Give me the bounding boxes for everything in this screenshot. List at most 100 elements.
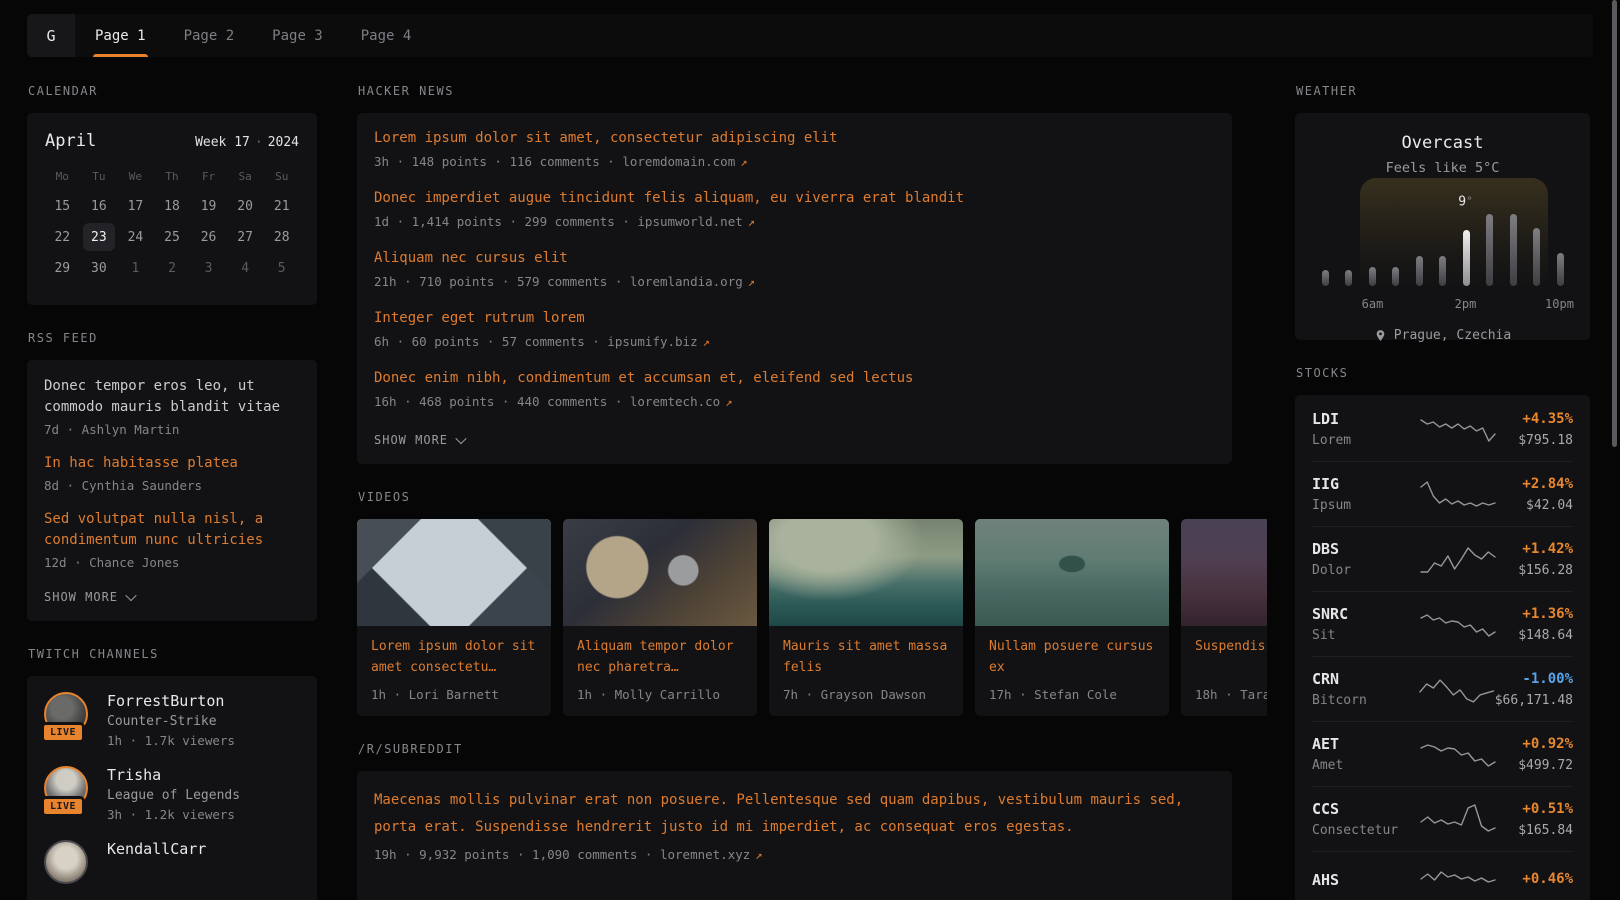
- video-card[interactable]: Mauris sit amet massa felis 7h · Grayson…: [769, 519, 963, 716]
- calendar-day: 26: [190, 223, 227, 251]
- stock-company: Amet: [1312, 758, 1416, 773]
- video-thumbnail[interactable]: [1181, 519, 1267, 626]
- channel-name[interactable]: Trisha: [107, 766, 240, 784]
- stock-row[interactable]: DBS Dolor +1.42% $156.28: [1312, 526, 1573, 591]
- channel-name[interactable]: ForrestBurton: [107, 692, 235, 710]
- video-card[interactable]: Aliquam tempor dolor nec pharetra… 1h · …: [563, 519, 757, 716]
- stock-row[interactable]: AHS +0.46%: [1312, 851, 1573, 900]
- stock-row[interactable]: IIG Ipsum +2.84% $42.04: [1312, 461, 1573, 526]
- video-title[interactable]: Suspendisse diam: [1181, 626, 1267, 678]
- calendar-day-next-month: 5: [263, 254, 300, 282]
- weather-bar: [1533, 228, 1540, 286]
- video-card[interactable]: Nullam posuere cursus ex 17h · Stefan Co…: [975, 519, 1169, 716]
- calendar-day: 21: [263, 192, 300, 220]
- left-column: CALENDAR April Week 17·2024 Mo Tu We Th …: [27, 71, 317, 900]
- tab-page-1[interactable]: Page 1: [93, 14, 148, 57]
- stock-change: -1.00%: [1495, 671, 1573, 687]
- external-link-icon[interactable]: ↗: [725, 395, 732, 409]
- tab-page-3[interactable]: Page 3: [270, 14, 325, 57]
- tab-page-4[interactable]: Page 4: [359, 14, 414, 57]
- calendar-grid: Mo Tu We Th Fr Sa Su 15 16 17 18 19 20 2…: [44, 163, 300, 282]
- hn-item-title[interactable]: Aliquam nec cursus elit: [374, 249, 1215, 268]
- external-link-icon[interactable]: ↗: [755, 848, 762, 862]
- weather-bar: [1322, 270, 1329, 286]
- calendar-week: Week 17: [195, 135, 250, 150]
- show-more-label: SHOW MORE: [44, 590, 118, 604]
- calendar-day: 24: [117, 223, 154, 251]
- channel-name[interactable]: KendallCarr: [107, 840, 206, 858]
- location-pin-icon: [1374, 329, 1387, 342]
- hn-item-meta: 21h · 710 points · 579 comments · loreml…: [374, 274, 1215, 289]
- stock-row[interactable]: CCS Consectetur +0.51% $165.84: [1312, 786, 1573, 851]
- stock-change: +0.92%: [1518, 736, 1573, 752]
- stock-row[interactable]: AET Amet +0.92% $499.72: [1312, 721, 1573, 786]
- right-column: WEATHER Overcast Feels like 5°C 9° 6am 2…: [1295, 71, 1590, 900]
- stock-ticker: AET: [1312, 735, 1416, 753]
- chevron-down-icon: [455, 433, 466, 444]
- calendar-day-next-month: 1: [117, 254, 154, 282]
- video-title[interactable]: Aliquam tempor dolor nec pharetra…: [563, 626, 757, 678]
- stock-sparkline: [1419, 672, 1494, 706]
- weather-bar: [1416, 256, 1423, 286]
- stock-ticker: CCS: [1312, 800, 1416, 818]
- hn-item-title[interactable]: Integer eget rutrum lorem: [374, 309, 1215, 328]
- page-scrollbar[interactable]: [1612, 0, 1617, 447]
- video-thumbnail[interactable]: [975, 519, 1169, 626]
- main-nav: G Page 1 Page 2 Page 3 Page 4: [27, 14, 1593, 57]
- separator-dot: ·: [255, 135, 263, 150]
- video-thumbnail[interactable]: [769, 519, 963, 626]
- hn-show-more-button[interactable]: SHOW MORE: [374, 433, 465, 447]
- rss-show-more-button[interactable]: SHOW MORE: [44, 590, 135, 604]
- video-thumbnail[interactable]: [357, 519, 551, 626]
- video-title[interactable]: Lorem ipsum dolor sit amet consectetu…: [357, 626, 551, 678]
- twitch-widget: LIVE ForrestBurton Counter-Strike 1h · 1…: [27, 676, 317, 900]
- stock-row[interactable]: CRN Bitcorn -1.00% $66,171.48: [1312, 656, 1573, 721]
- rss-item-title[interactable]: Donec tempor eros leo, ut commodo mauris…: [44, 376, 300, 418]
- stock-change: +2.84%: [1522, 476, 1573, 492]
- rss-widget: Donec tempor eros leo, ut commodo mauris…: [27, 360, 317, 621]
- stock-ticker: CRN: [1312, 670, 1415, 688]
- calendar-year: 2024: [268, 135, 299, 150]
- rss-item-title[interactable]: Sed volutpat nulla nisl, a condimentum n…: [44, 509, 300, 551]
- hn-item-title[interactable]: Lorem ipsum dolor sit amet, consectetur …: [374, 129, 1215, 148]
- hn-item-title[interactable]: Donec enim nibh, condimentum et accumsan…: [374, 369, 1215, 388]
- calendar-day-next-month: 4: [227, 254, 264, 282]
- reddit-post-title[interactable]: Maecenas mollis pulvinar erat non posuer…: [374, 787, 1184, 841]
- video-title[interactable]: Nullam posuere cursus ex: [975, 626, 1169, 678]
- twitch-channel[interactable]: LIVE ForrestBurton Counter-Strike 1h · 1…: [44, 692, 300, 748]
- stocks-widget: LDI Lorem +4.35% $795.18 IIG Ipsum +2.84…: [1295, 395, 1590, 900]
- twitch-channel[interactable]: KendallCarr: [44, 840, 300, 884]
- video-title[interactable]: Mauris sit amet massa felis: [769, 626, 963, 678]
- external-link-icon[interactable]: ↗: [703, 335, 710, 349]
- twitch-channel[interactable]: LIVE Trisha League of Legends 3h · 1.2k …: [44, 766, 300, 822]
- rss-item-title[interactable]: In hac habitasse platea: [44, 453, 300, 474]
- hour-label: 10pm: [1545, 297, 1574, 311]
- hn-item: Integer eget rutrum lorem 6h · 60 points…: [374, 309, 1215, 349]
- calendar-day: 17: [117, 192, 154, 220]
- video-thumbnail[interactable]: [563, 519, 757, 626]
- weather-bar: [1439, 256, 1446, 286]
- tab-page-2[interactable]: Page 2: [182, 14, 237, 57]
- stock-sparkline: [1420, 802, 1496, 836]
- stock-ticker: LDI: [1312, 410, 1416, 428]
- dow-label: Su: [263, 163, 300, 189]
- stock-row[interactable]: SNRC Sit +1.36% $148.64: [1312, 591, 1573, 656]
- external-link-icon[interactable]: ↗: [748, 275, 755, 289]
- hn-item-title[interactable]: Donec imperdiet augue tincidunt felis al…: [374, 189, 1215, 208]
- dow-label: Fr: [190, 163, 227, 189]
- stock-sparkline: [1420, 865, 1496, 899]
- video-card[interactable]: Lorem ipsum dolor sit amet consectetu… 1…: [357, 519, 551, 716]
- stock-change: +0.51%: [1518, 801, 1573, 817]
- avatar: [44, 840, 88, 884]
- calendar-day: 18: [154, 192, 191, 220]
- video-card[interactable]: Suspendisse diam 18h · Tara: [1181, 519, 1267, 716]
- channel-viewers: 3h · 1.2k viewers: [107, 807, 240, 822]
- external-link-icon[interactable]: ↗: [748, 215, 755, 229]
- stock-price: $42.04: [1522, 498, 1573, 513]
- stock-price: $148.64: [1518, 628, 1573, 643]
- stock-row[interactable]: LDI Lorem +4.35% $795.18: [1312, 397, 1573, 461]
- stock-company: Dolor: [1312, 563, 1416, 578]
- stock-company: Sit: [1312, 628, 1416, 643]
- weather-bar: [1510, 214, 1517, 286]
- external-link-icon[interactable]: ↗: [740, 155, 747, 169]
